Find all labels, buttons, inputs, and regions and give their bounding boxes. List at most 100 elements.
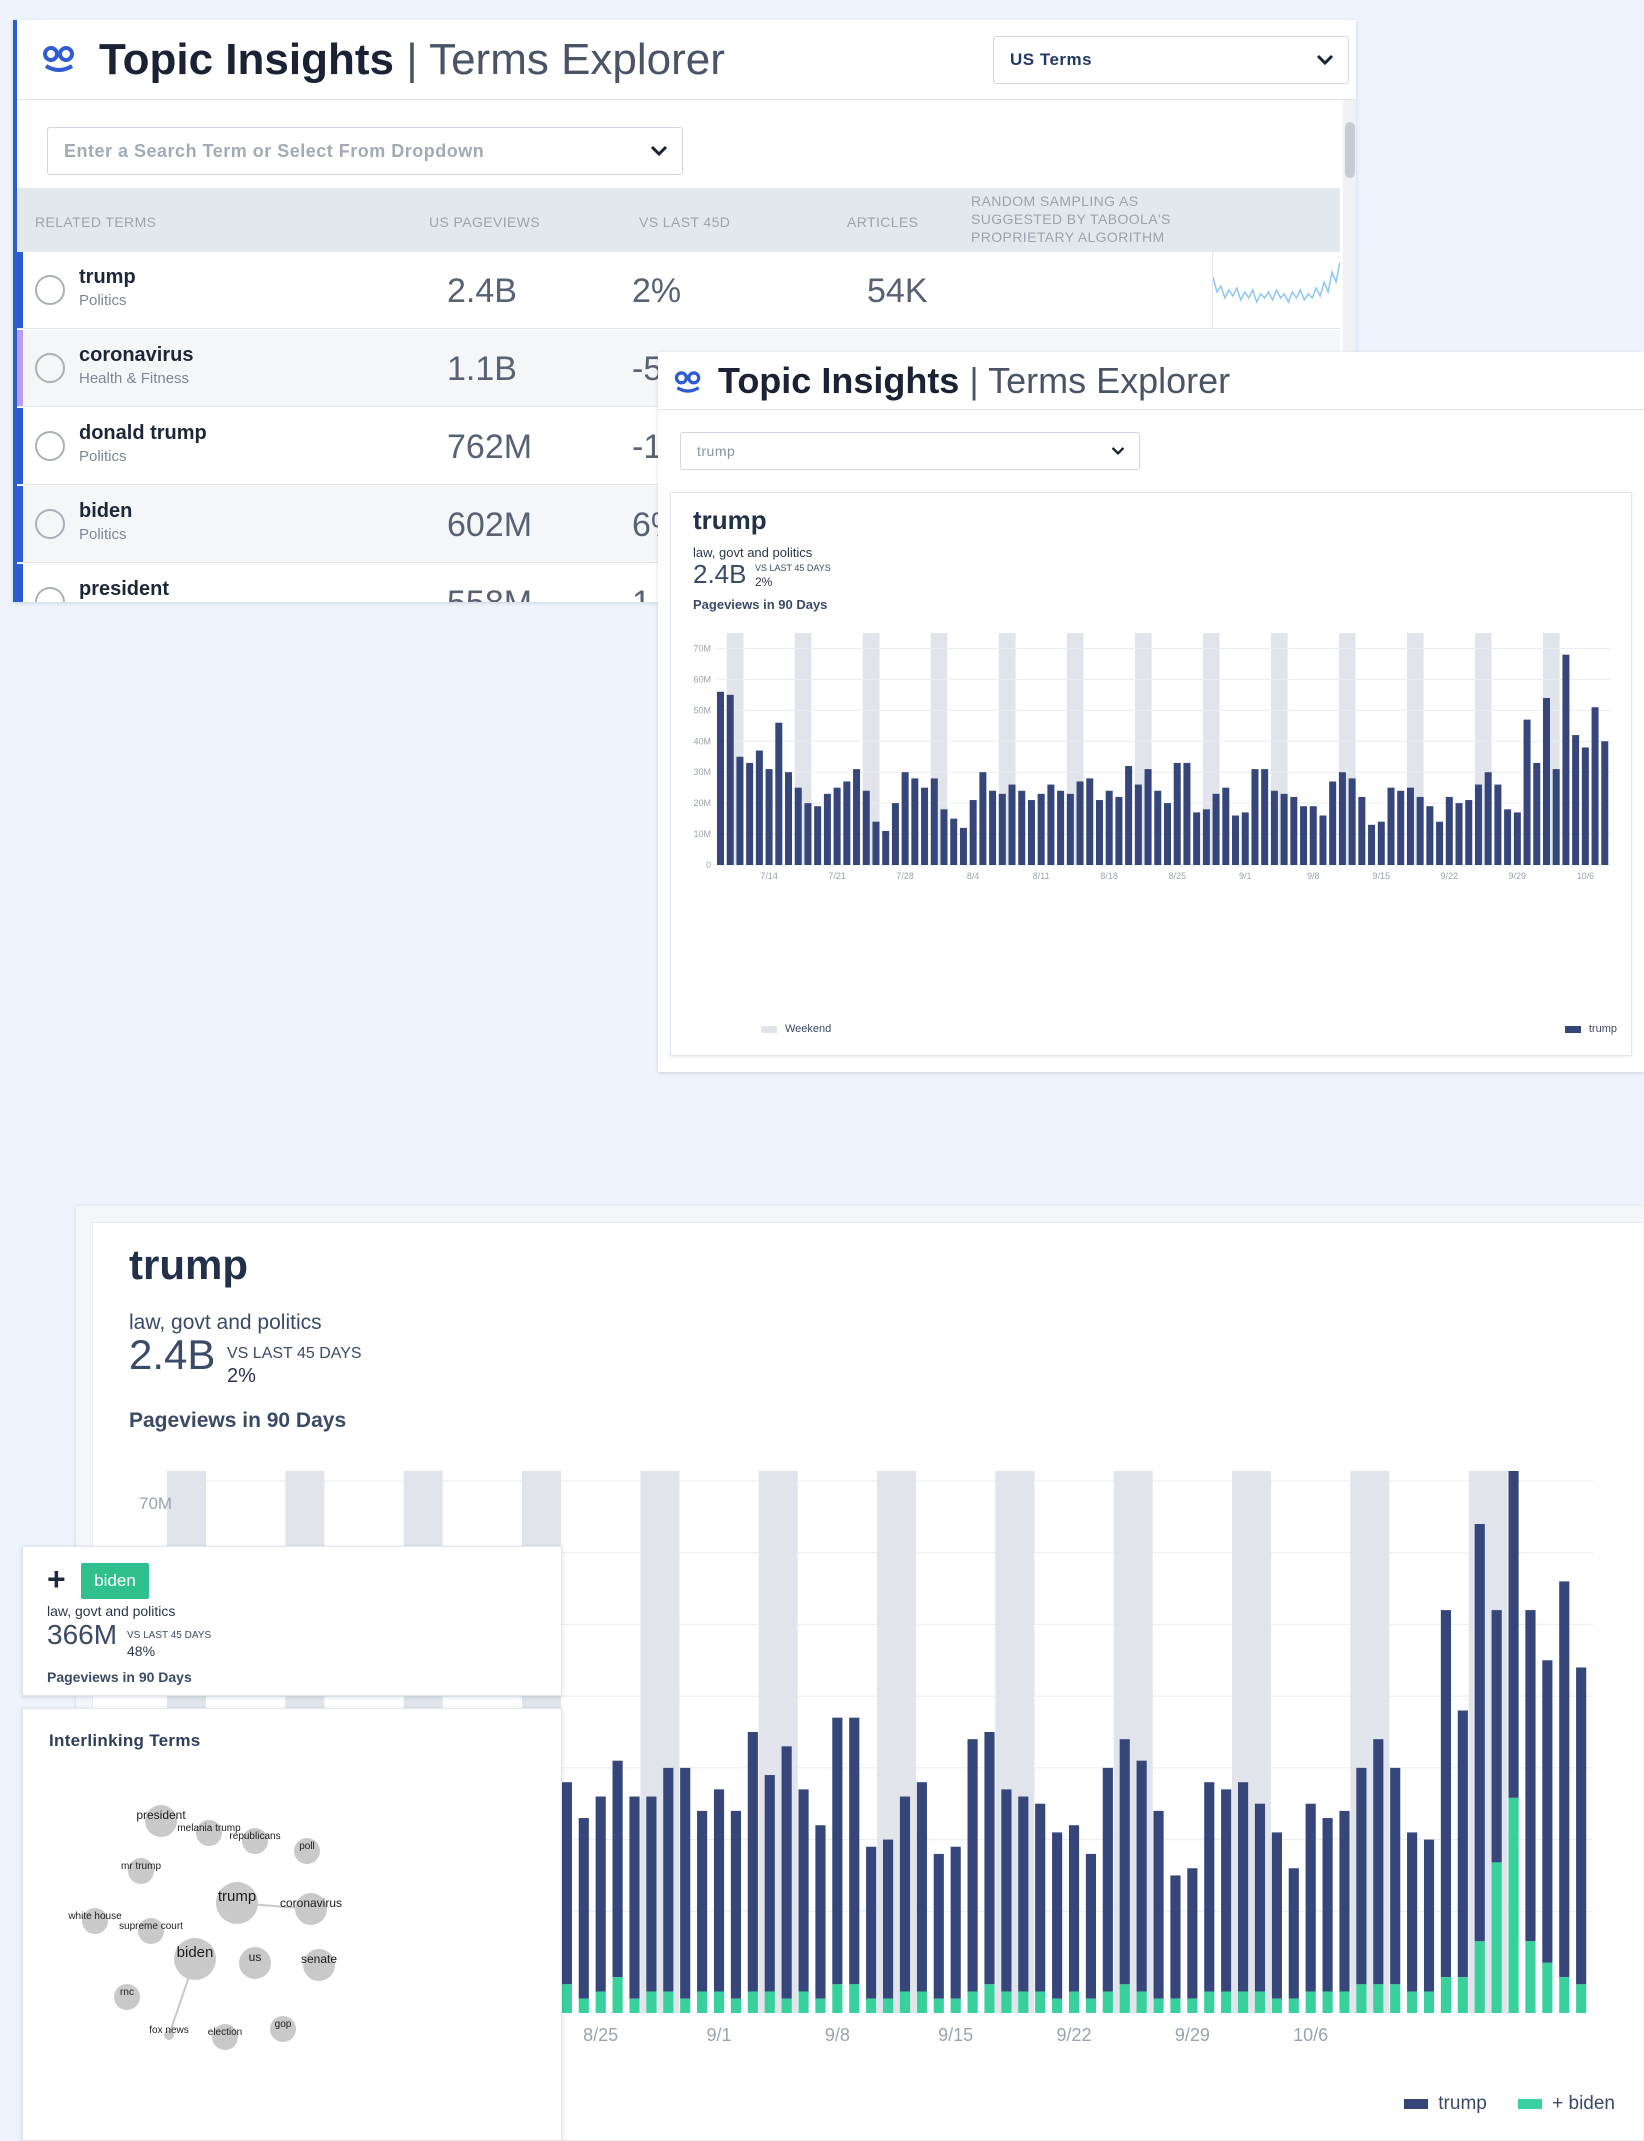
chart-label: Pageviews in 90 Days	[693, 597, 828, 612]
bar	[959, 827, 967, 865]
chevron-down-icon	[1111, 447, 1125, 455]
app-header: Topic Insights | Terms Explorer	[658, 352, 1644, 410]
bar-biden	[1102, 1991, 1113, 2013]
bar-biden	[646, 1991, 657, 2013]
bar-biden	[781, 1998, 792, 2013]
x-tick-label: 7/21	[828, 871, 846, 881]
bar-biden	[1153, 1998, 1164, 2013]
region-select-value: US Terms	[1010, 50, 1093, 69]
bar	[1164, 803, 1171, 865]
term-title: trump	[693, 505, 767, 535]
bar	[1523, 719, 1531, 865]
bar-biden	[933, 1998, 944, 2013]
legend-trump-label: trump	[1588, 1023, 1617, 1035]
row-category-marker	[17, 564, 23, 602]
x-tick-label: 8/25	[1168, 871, 1186, 881]
bar-trump	[646, 1796, 657, 1992]
bar-trump	[747, 1732, 758, 1992]
bar-trump	[883, 1839, 894, 1999]
row-vs-last-45d: 1	[632, 584, 651, 602]
bar	[1309, 806, 1317, 865]
row-vs-last-45d: 2%	[632, 272, 682, 310]
term-select-value: trump	[697, 443, 736, 459]
bar-biden	[815, 1998, 826, 2013]
bar-trump	[1440, 1610, 1451, 1978]
bar-trump	[1525, 1610, 1536, 1942]
bar	[1086, 778, 1094, 865]
search-term-select[interactable]: Enter a Search Term or Select From Dropd…	[47, 127, 683, 175]
row-term: president	[79, 578, 170, 600]
bar-trump	[1052, 1832, 1063, 1999]
row-pageviews: 1.1B	[447, 350, 517, 388]
sampling-note-line: PROPRIETARY ALGORITHM	[971, 229, 1165, 245]
bar-biden	[1542, 1962, 1553, 2013]
bar	[1484, 772, 1492, 865]
region-select[interactable]: US Terms	[993, 36, 1349, 84]
bar	[1533, 762, 1541, 865]
network-node-label: biden	[177, 1944, 214, 1961]
bar-trump	[1136, 1760, 1147, 1992]
bar	[1465, 800, 1473, 865]
x-tick-label: 9/22	[1057, 2025, 1092, 2045]
row-select-radio[interactable]	[35, 587, 65, 602]
bar	[1125, 766, 1133, 865]
bar	[1300, 806, 1308, 865]
row-select-radio[interactable]	[35, 509, 65, 539]
bar-biden	[883, 1998, 894, 2013]
legend-trump-swatch	[1564, 1025, 1581, 1033]
bar-biden	[561, 1984, 572, 2013]
y-tick-label: 70M	[693, 643, 711, 653]
bar	[1387, 787, 1395, 865]
title-bold: Topic Insights	[718, 360, 960, 401]
x-tick-label: 9/29	[1509, 871, 1527, 881]
add-term-button[interactable]: +	[47, 1561, 66, 1598]
bar	[1504, 809, 1512, 865]
network-node-label: election	[208, 2027, 242, 2038]
row-select-radio[interactable]	[35, 275, 65, 305]
x-tick-label: 9/1	[707, 2025, 732, 2045]
bar-trump	[1271, 1832, 1282, 1999]
bar-biden	[899, 1991, 911, 2013]
row-category: Health & Fitness	[79, 370, 190, 387]
bar-biden	[1423, 1991, 1435, 2013]
y-tick-label: 30M	[693, 767, 711, 777]
bar-biden	[1407, 1991, 1418, 2013]
term-pageviews: 2.4B	[129, 1331, 216, 1378]
bar	[1212, 793, 1220, 865]
column-articles: ARTICLES	[847, 214, 919, 230]
bar-biden	[1052, 1998, 1063, 2013]
y-tick-label: 40M	[693, 736, 711, 746]
row-select-radio[interactable]	[35, 431, 65, 461]
bar	[1134, 784, 1142, 865]
bar-biden	[1305, 1991, 1316, 2013]
bar	[765, 769, 773, 865]
bar-biden	[1339, 1991, 1350, 2013]
bar	[1406, 787, 1414, 865]
bar	[911, 778, 919, 865]
bar-trump	[713, 1789, 725, 1992]
bar-biden	[832, 1984, 843, 2013]
bar	[901, 772, 909, 865]
row-term: biden	[79, 500, 133, 522]
x-tick-label: 9/1	[1239, 871, 1252, 881]
row-term: coronavirus	[79, 344, 194, 366]
bar	[1513, 812, 1521, 865]
table-row[interactable]: trump Politics 2.4B 2% 54K	[17, 252, 1340, 329]
added-term-tag[interactable]: biden	[81, 1563, 149, 1599]
bar	[785, 772, 793, 865]
scrollbar-thumb[interactable]	[1345, 122, 1355, 178]
term-select[interactable]: trump	[680, 432, 1140, 470]
pageviews-chart: 0 10M 20M 30M 40M 50M 60M 70M 7/14 7/21 7/28 8/4 8/1…	[693, 633, 1611, 881]
interlinking-network: presidentmelania trumprepublicanspollmr …	[67, 1805, 342, 2050]
bar	[1494, 784, 1502, 865]
row-category: Politics	[79, 292, 127, 309]
bar	[1455, 803, 1463, 865]
row-select-radio[interactable]	[35, 353, 65, 383]
x-tick-label: 8/4	[967, 871, 980, 881]
x-tick-label: 8/11	[1033, 871, 1050, 881]
bar-biden	[1187, 1998, 1198, 2013]
row-pageviews: 558M	[447, 584, 532, 602]
added-term-pageviews: 366M	[47, 1619, 118, 1650]
bar-biden	[1491, 1862, 1502, 2013]
bar-biden	[866, 1998, 877, 2013]
